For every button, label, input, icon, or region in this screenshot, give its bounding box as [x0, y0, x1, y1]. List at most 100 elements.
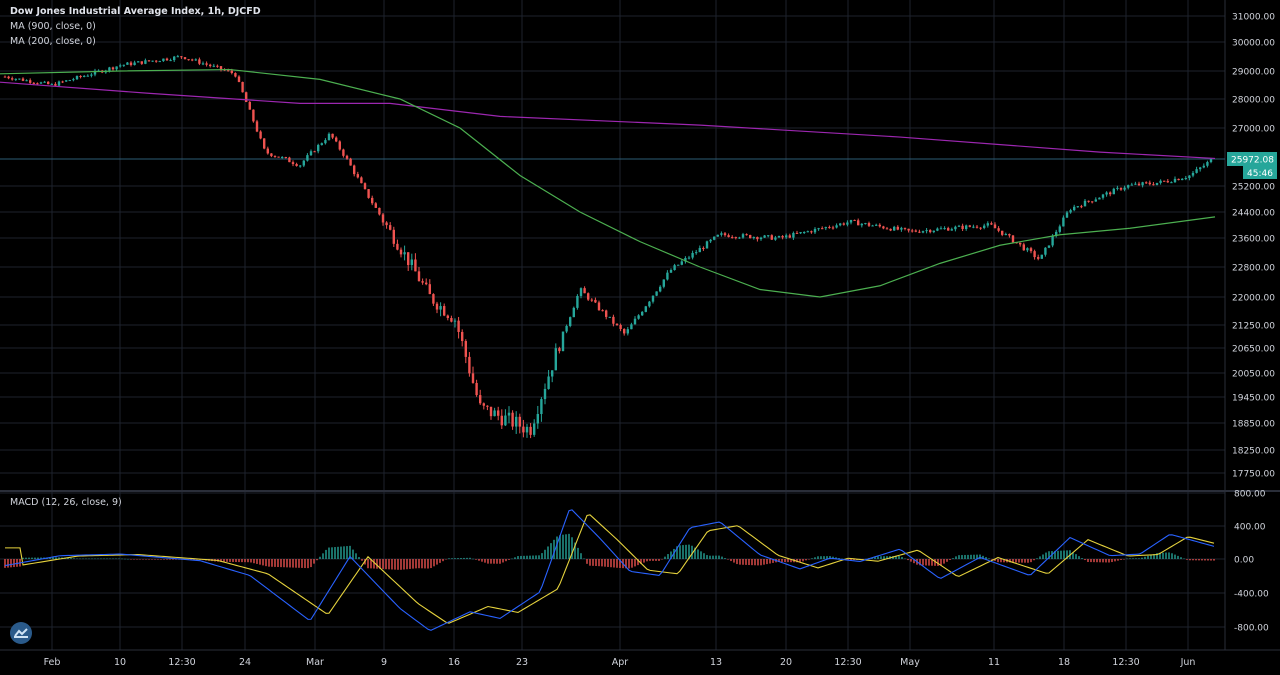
macd-signal-line	[5, 514, 1215, 624]
candle-body	[1116, 187, 1119, 189]
macd-bar	[103, 558, 105, 560]
candle-body	[702, 247, 705, 249]
macd-bar	[442, 559, 444, 562]
macd-bar	[1132, 558, 1134, 559]
macd-bar	[946, 559, 948, 562]
candle-body	[720, 233, 723, 235]
macd-bar	[526, 555, 528, 559]
macd-bar	[487, 559, 489, 564]
price-tick-label: 18850.00	[1232, 420, 1275, 430]
time-tick-label: 11	[988, 657, 1000, 668]
candle-body	[835, 225, 838, 228]
chart-root[interactable]: 31000.00 30000.00 29000.00 28000.00 27000.00…	[0, 0, 1280, 675]
macd-bar	[541, 553, 543, 559]
candle-body	[500, 415, 503, 426]
candle-body	[680, 261, 683, 265]
macd-bar	[142, 559, 144, 560]
candle-body	[918, 231, 921, 233]
candle-body	[403, 252, 406, 255]
candle-body	[349, 158, 352, 166]
macd-bar	[10, 559, 12, 568]
macd-tick-label: -800.00	[1234, 624, 1269, 634]
macd-bar	[301, 559, 303, 568]
time-tick-label: 13	[710, 657, 722, 668]
candle-body	[216, 65, 219, 67]
candle-body	[914, 230, 917, 232]
candle-body	[587, 293, 590, 300]
candle-body	[752, 237, 755, 239]
legend-ma200[interactable]: MA (200, close, 0)	[10, 36, 96, 47]
macd-bar	[397, 559, 399, 570]
candle-body	[378, 207, 381, 215]
macd-bar	[553, 539, 555, 559]
macd-bar	[805, 559, 807, 561]
price-tick-label: 22800.00	[1232, 264, 1275, 274]
macd-bar	[1198, 559, 1200, 561]
candle-body	[309, 151, 313, 156]
macd-bar	[292, 559, 294, 568]
candle-body	[961, 225, 964, 230]
macd-bar	[1129, 558, 1131, 559]
candle-body	[281, 157, 284, 159]
macd-bar	[52, 557, 54, 559]
time-tick-label: 24	[239, 657, 251, 668]
candle-body	[633, 318, 637, 325]
candle-body	[176, 56, 179, 58]
candle-body	[165, 58, 169, 61]
candle-body	[925, 230, 928, 232]
candle-body	[1008, 234, 1011, 236]
candle-body	[864, 223, 867, 225]
macd-bar	[91, 558, 93, 560]
macd-bar	[1111, 559, 1113, 563]
macd-bar	[820, 556, 822, 559]
candle-body	[18, 78, 21, 80]
macd-bar	[346, 546, 348, 559]
macd-bar	[430, 559, 432, 569]
candle-body	[533, 423, 536, 435]
macd-bar	[382, 559, 384, 570]
candle-body	[1137, 183, 1141, 186]
candle-body	[443, 306, 446, 316]
candle-body	[417, 271, 421, 282]
macd-tick-label: -400.00	[1234, 590, 1269, 600]
macd-bar	[274, 559, 276, 567]
candle-body	[1037, 257, 1040, 259]
macd-bar	[973, 554, 975, 559]
candle-body	[489, 406, 493, 417]
macd-bar	[643, 559, 645, 563]
macd-bar	[580, 553, 582, 559]
macd-bar	[706, 555, 708, 559]
macd-bar	[1207, 559, 1209, 561]
candle-body	[1127, 185, 1130, 188]
candle-body	[1087, 200, 1090, 202]
macd-bar	[901, 557, 903, 559]
candle-body	[511, 412, 514, 427]
candle-body	[212, 65, 215, 67]
candle-body	[86, 75, 89, 77]
macd-bar	[160, 559, 162, 560]
chart-canvas[interactable]: 31000.00 30000.00 29000.00 28000.00 27000.00…	[0, 0, 1280, 675]
candle-body	[1148, 182, 1151, 185]
candle-body	[1123, 187, 1126, 190]
candle-body	[799, 232, 802, 234]
candle-body	[1033, 251, 1036, 258]
legend-macd[interactable]: MACD (12, 26, close, 9)	[10, 497, 122, 508]
macd-bar	[478, 559, 480, 561]
price-tick-label: 20650.00	[1232, 345, 1275, 355]
candle-body	[1159, 180, 1162, 183]
macd-line	[4, 509, 1215, 631]
candle-body	[187, 59, 190, 61]
candle-body	[734, 237, 737, 239]
candle-body	[763, 235, 766, 238]
candle-body	[1058, 226, 1061, 232]
macd-bar	[238, 559, 240, 563]
macd-bar	[703, 553, 705, 559]
candle-body	[1191, 172, 1195, 176]
candle-body	[878, 224, 881, 227]
legend-ma900[interactable]: MA (900, close, 0)	[10, 21, 96, 32]
tradingview-logo-icon[interactable]	[10, 622, 32, 644]
macd-bar	[727, 559, 729, 560]
macd-bar	[145, 559, 147, 560]
macd-bar	[340, 546, 342, 559]
candle-body	[428, 284, 431, 295]
